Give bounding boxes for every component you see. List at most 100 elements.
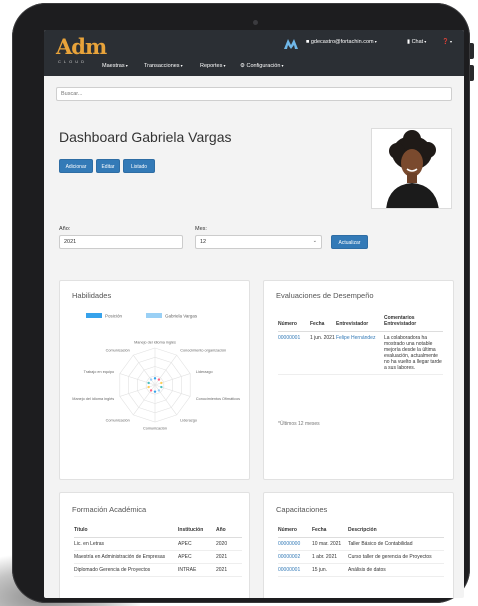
radar-axis-label: Trabajo en equipo bbox=[84, 370, 114, 374]
chat-label: Chat bbox=[412, 39, 427, 45]
user-email: gdecastro@fortachin.com bbox=[311, 39, 377, 45]
help-menu[interactable]: ❓ bbox=[442, 39, 452, 45]
brand-logo-sub: CLOUD bbox=[58, 59, 88, 64]
radar-axis-label: Comunicación bbox=[106, 349, 130, 353]
radar-axis-label: Comunicación bbox=[143, 427, 167, 431]
table-header-row: Número Fecha Entrevistador Comentarios E… bbox=[278, 315, 443, 332]
list-button[interactable]: Listado bbox=[123, 159, 155, 173]
radar-point bbox=[147, 381, 150, 385]
radar-point bbox=[153, 390, 157, 393]
table-header-row: Número Fecha Descripción bbox=[278, 527, 444, 538]
trainings-table: Número Fecha Descripción 00000000 10 mar… bbox=[278, 527, 444, 577]
column-header: Entrevistador bbox=[336, 315, 384, 332]
menu-configuracion[interactable]: ⚙ Configuración bbox=[240, 63, 284, 69]
education-institution: APEC bbox=[178, 550, 216, 564]
education-title: Formación Académica bbox=[72, 505, 147, 514]
radar-axis-label: Liderazgo bbox=[180, 418, 197, 422]
education-panel: Formación Académica Título Institución A… bbox=[59, 492, 250, 598]
chat-menu[interactable]: ▮ Chat bbox=[407, 39, 426, 45]
education-title-cell: Diplomado Gerencia de Proyectos bbox=[74, 563, 178, 577]
menu-maestras[interactable]: Maestras bbox=[102, 63, 128, 69]
radar-point bbox=[160, 385, 163, 389]
legend-swatch bbox=[146, 313, 162, 318]
column-header: Número bbox=[278, 527, 312, 538]
column-header: Número bbox=[278, 315, 310, 332]
page-title: Dashboard Gabriela Vargas bbox=[59, 129, 232, 145]
evaluations-note: *Últimos 12 meses bbox=[278, 421, 320, 427]
chevron-down-icon: ⌄ bbox=[312, 238, 317, 244]
skills-radar-chart: Posición Gabriela Vargas Manejo del idioma… bbox=[72, 313, 240, 431]
column-header: Comentarios Entrevistador bbox=[384, 315, 443, 332]
radar-point bbox=[157, 389, 161, 392]
add-button[interactable]: Adicionar bbox=[59, 159, 93, 173]
chat-icon: ▮ bbox=[407, 39, 411, 45]
menu-configuracion-label: Configuración bbox=[246, 63, 283, 69]
table-row[interactable]: 00000001 1 jun. 2021 Felipe Hernández La… bbox=[278, 331, 443, 375]
evaluation-date: 1 jun. 2021 bbox=[310, 331, 336, 375]
education-title-cell: Lic. en Letras bbox=[74, 537, 178, 551]
search-input[interactable] bbox=[56, 87, 452, 101]
table-row[interactable]: Diplomado Gerencia de Proyectos INTRAE 2… bbox=[74, 563, 242, 577]
column-header: Institución bbox=[178, 527, 216, 538]
tablet-button bbox=[470, 43, 474, 59]
education-institution: INTRAE bbox=[178, 563, 216, 577]
training-number[interactable]: 00000002 bbox=[278, 550, 312, 564]
evaluations-panel: Evaluaciones de Desempeño Número Fecha E… bbox=[263, 280, 454, 480]
column-header: Fecha bbox=[310, 315, 336, 332]
training-description: Taller Básico de Contabilidad bbox=[348, 537, 444, 551]
brand-logo[interactable]: Adm bbox=[56, 34, 107, 59]
evaluation-comment: La colaboradora ha mostrado una notable … bbox=[384, 331, 443, 375]
radar-axis-label: Manejo del idioma inglés bbox=[134, 341, 176, 345]
training-number[interactable]: 00000000 bbox=[278, 537, 312, 551]
table-row[interactable]: 00000002 1 abr. 2021 Curso taller de ger… bbox=[278, 550, 444, 564]
evaluation-interviewer[interactable]: Felipe Hernández bbox=[336, 331, 384, 375]
training-number[interactable]: 00000001 bbox=[278, 563, 312, 577]
column-header: Título bbox=[74, 527, 178, 538]
radar-axis-label: Manejo del idioma inglés bbox=[72, 397, 114, 401]
edit-button[interactable]: Editar bbox=[96, 159, 120, 173]
column-header: Año bbox=[216, 527, 242, 538]
screen: Adm CLOUD ■ gdecastro@fortachin.com ▮ Ch… bbox=[44, 30, 464, 598]
education-institution: APEC bbox=[178, 537, 216, 551]
radar-point bbox=[160, 381, 163, 385]
avatar bbox=[372, 129, 451, 208]
radar-axis-label: Conocimiento organización bbox=[180, 349, 226, 353]
year-field[interactable]: 2021 bbox=[59, 235, 183, 249]
camera-icon bbox=[253, 20, 258, 25]
update-button[interactable]: Actualizar bbox=[331, 235, 368, 249]
evaluation-number[interactable]: 00000001 bbox=[278, 331, 310, 375]
column-header: Descripción bbox=[348, 527, 444, 538]
training-date: 15 jun. bbox=[312, 563, 348, 577]
month-select[interactable]: 12 ⌄ bbox=[195, 235, 322, 249]
training-description: Análisis de datos bbox=[348, 563, 444, 577]
radar-point bbox=[149, 389, 153, 392]
evaluations-title: Evaluaciones de Desempeño bbox=[276, 291, 374, 300]
radar-point bbox=[147, 385, 150, 389]
training-date: 1 abr. 2021 bbox=[312, 550, 348, 564]
skills-title: Habilidades bbox=[72, 291, 112, 300]
training-date: 10 mar. 2021 bbox=[312, 537, 348, 551]
legend-label: Gabriela Vargas bbox=[165, 314, 198, 319]
tablet-button bbox=[470, 65, 474, 81]
table-row[interactable]: Lic. en Letras APEC 2020 bbox=[74, 537, 242, 551]
help-caret bbox=[449, 39, 452, 45]
user-menu[interactable]: ■ gdecastro@fortachin.com bbox=[306, 39, 377, 45]
radar-point bbox=[149, 378, 153, 381]
table-row[interactable]: 00000000 10 mar. 2021 Taller Básico de C… bbox=[278, 537, 444, 551]
table-row[interactable]: 00000001 15 jun. Análisis de datos bbox=[278, 563, 444, 577]
radar-point bbox=[153, 377, 157, 380]
radar-point bbox=[157, 378, 161, 381]
education-title-cell: Maestría en Administración de Empresas bbox=[74, 550, 178, 564]
table-header-row: Título Institución Año bbox=[74, 527, 242, 538]
radar-axis-label: Comunicación bbox=[106, 418, 130, 422]
menu-transacciones[interactable]: Transacciones bbox=[144, 63, 183, 69]
company-mark-icon bbox=[284, 39, 298, 49]
stage: Adm CLOUD ■ gdecastro@fortachin.com ▮ Ch… bbox=[0, 0, 478, 606]
profile-photo bbox=[371, 128, 452, 209]
menu-reportes[interactable]: Reportes bbox=[200, 63, 225, 69]
education-year: 2021 bbox=[216, 550, 242, 564]
table-row[interactable]: Maestría en Administración de Empresas A… bbox=[74, 550, 242, 564]
help-icon: ❓ bbox=[442, 39, 449, 45]
legend-label: Posición bbox=[105, 314, 123, 319]
radar-axis-label: Liderazgo bbox=[196, 370, 213, 374]
